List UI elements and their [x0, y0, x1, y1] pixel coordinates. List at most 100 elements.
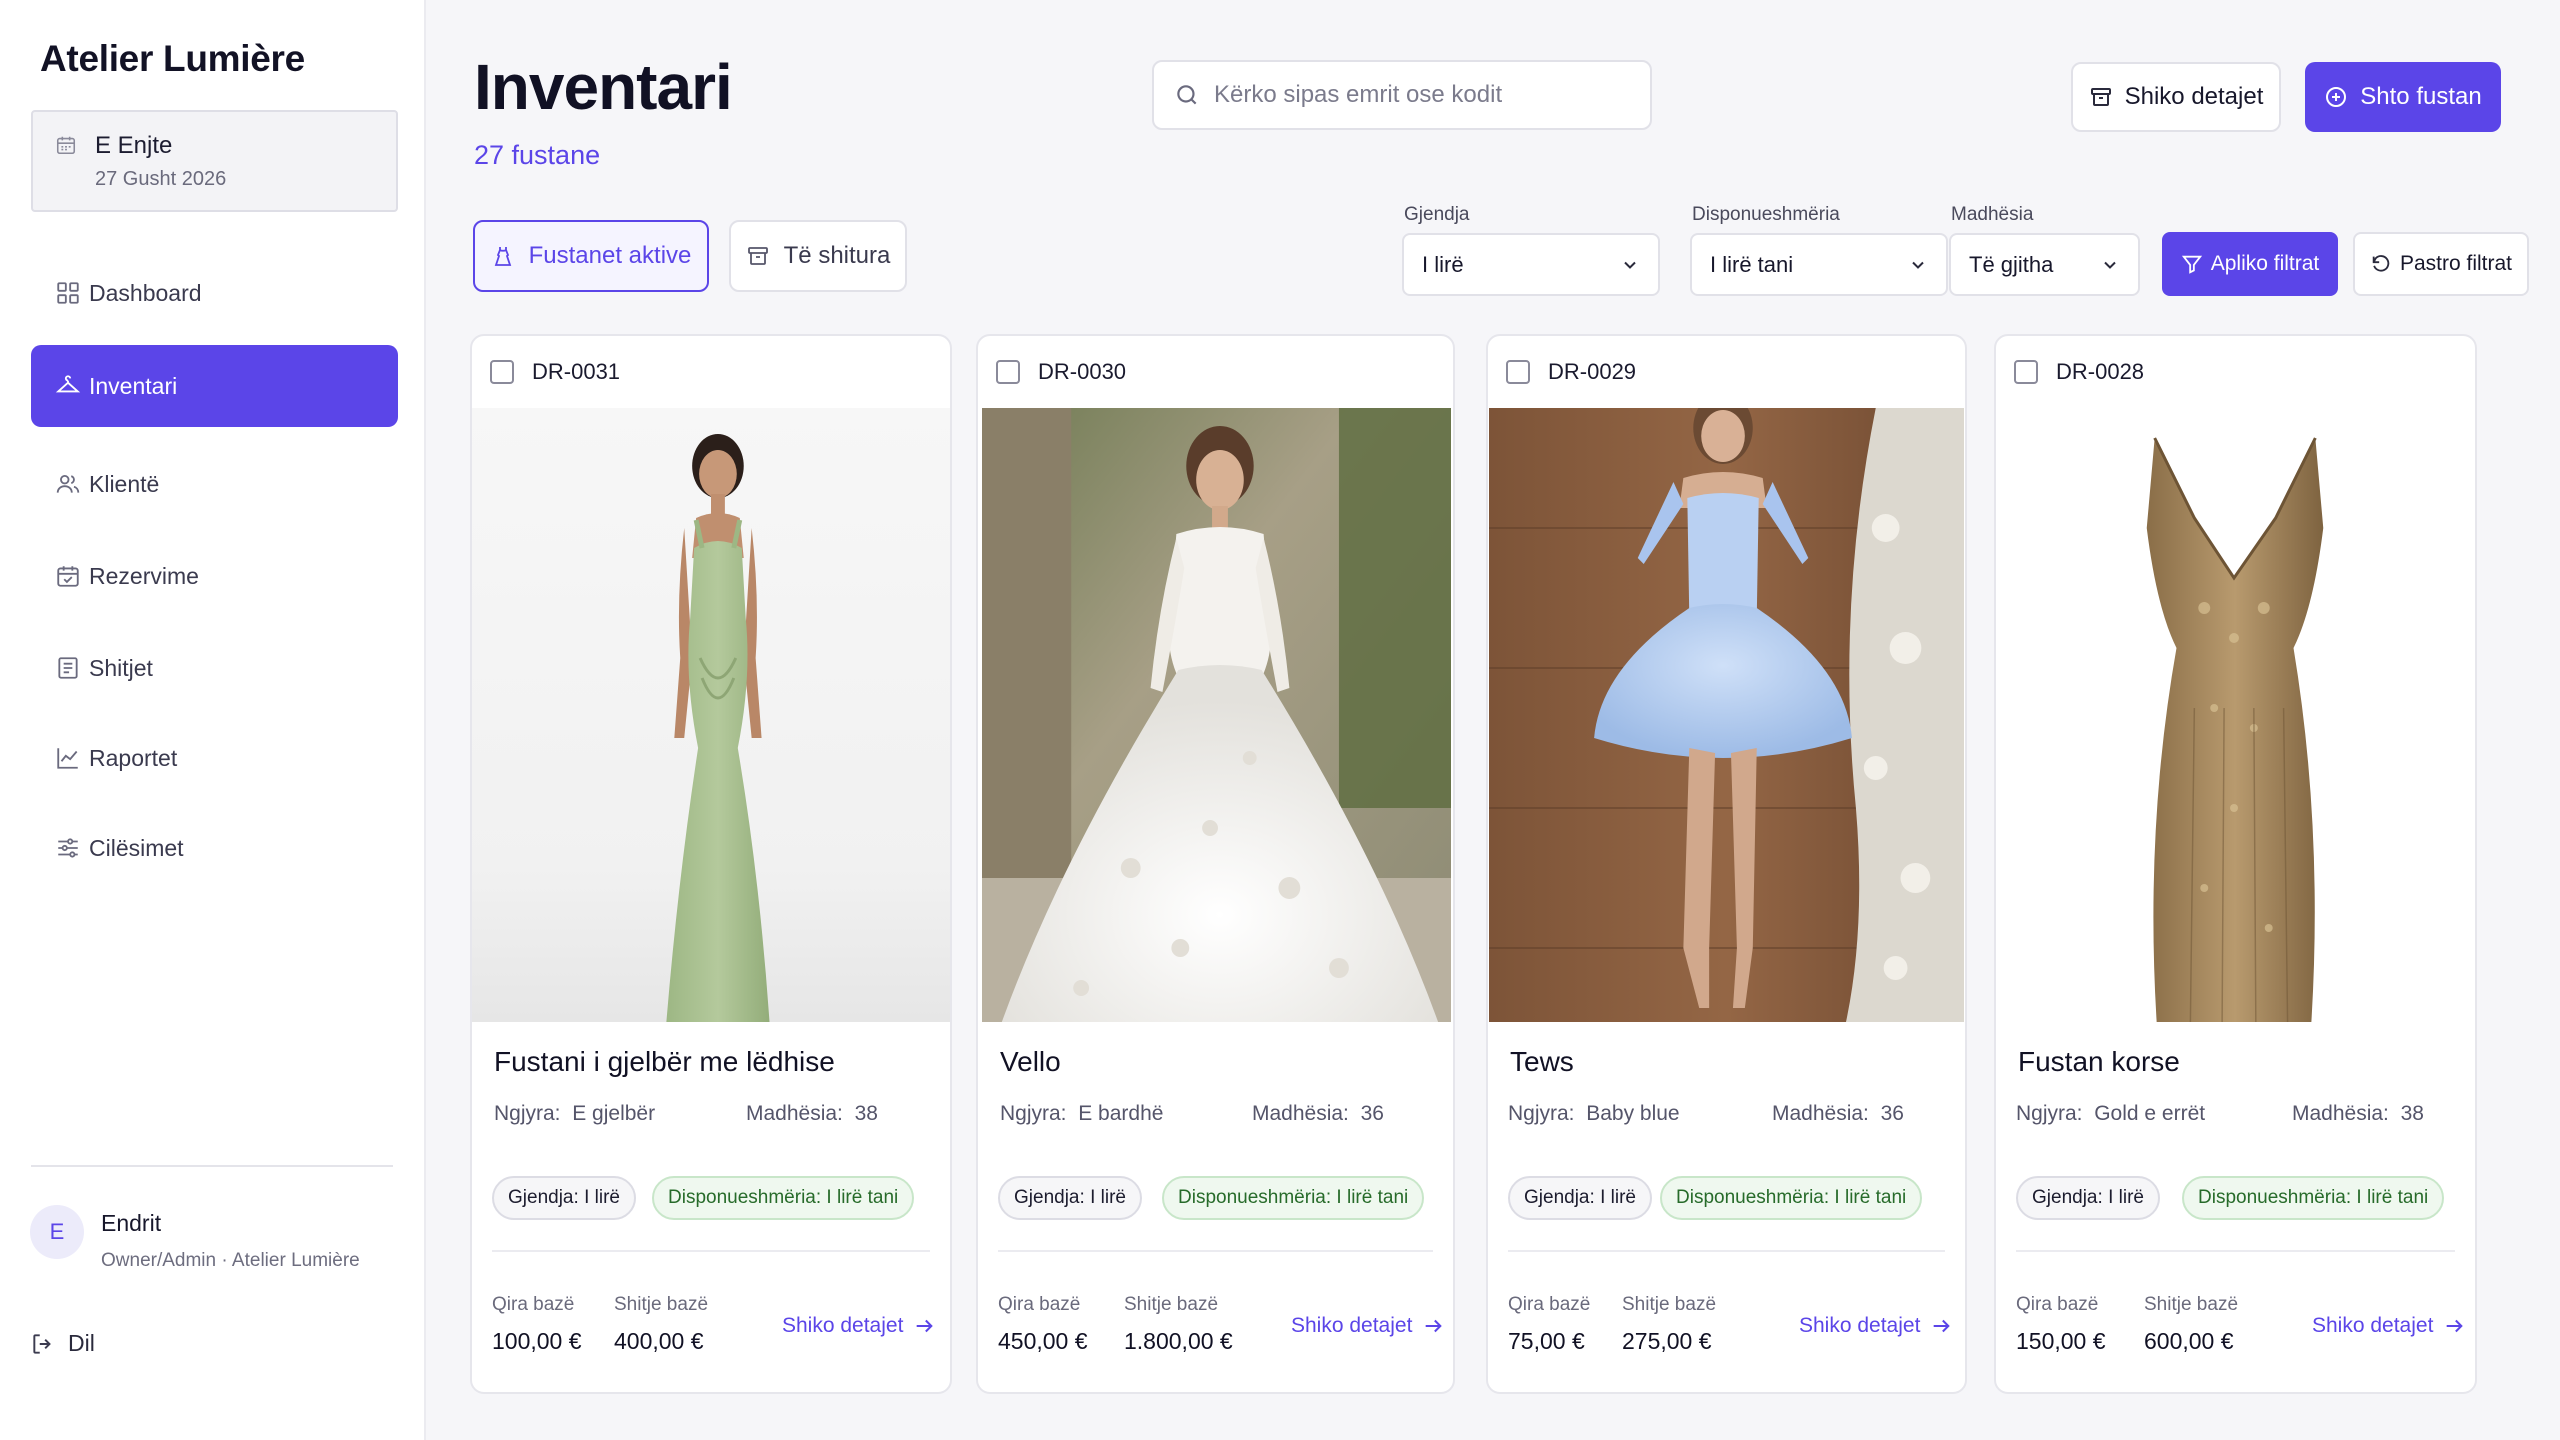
chevron-down-icon: [1624, 261, 1636, 269]
filter-icon: [2181, 255, 2202, 274]
rent-price: 75,00 €: [1508, 1328, 1585, 1354]
sidebar-item-raportet[interactable]: Raportet: [31, 717, 398, 799]
rent-price: 150,00 €: [2016, 1328, 2106, 1354]
select-checkbox[interactable]: [1506, 360, 1530, 384]
availability-label: Disponueshmëria:: [2198, 1187, 2352, 1208]
view-details-link[interactable]: Shiko detajet: [1799, 1314, 1952, 1338]
view-details-link[interactable]: Shiko detajet: [782, 1314, 935, 1338]
sidebar-item-inventari[interactable]: Inventari: [31, 345, 398, 427]
dress-card[interactable]: DR-0031 Fustani i gjelbër me lëdhise Ngj…: [470, 334, 952, 1394]
tab-active-dresses[interactable]: Fustanet aktive: [473, 220, 709, 292]
size-label: Madhësia:: [1252, 1102, 1349, 1125]
add-dress-button[interactable]: Shto fustan: [2305, 62, 2501, 132]
sale-price: 400,00 €: [614, 1328, 704, 1354]
current-date: 27 Gusht 2026: [95, 168, 227, 190]
dress-image[interactable]: [1489, 408, 1964, 1022]
calendar-check-icon: [57, 566, 79, 587]
users-icon: [56, 474, 80, 493]
arrow-right-icon: [2447, 1319, 2464, 1333]
state-value: I lirë: [584, 1187, 620, 1208]
current-day: E Enjte: [95, 132, 173, 159]
search-input[interactable]: [1214, 81, 1634, 109]
availability-select[interactable]: I lirë tani: [1690, 233, 1948, 296]
dress-code: DR-0030: [1038, 359, 1127, 384]
state-value: I lirë: [1090, 1187, 1126, 1208]
calendar-icon: [56, 136, 76, 155]
view-details-label: Shiko detajet: [2124, 83, 2264, 110]
receipt-icon: [58, 657, 78, 679]
sidebar-item-label: Inventari: [89, 372, 178, 399]
condition-select[interactable]: I lirë: [1402, 233, 1660, 296]
condition-value: I lirë: [1422, 251, 1464, 277]
dress-card[interactable]: DR-0030 Vello Ngjyra: E bardhë Madhësia:…: [976, 334, 1455, 1394]
page-title: Inventari: [474, 51, 733, 123]
dress-code: DR-0028: [2056, 359, 2145, 384]
dress-card[interactable]: DR-0029 Tews Ngjyra: Baby blue Madhësia:…: [1486, 334, 1967, 1394]
color-label: Ngjyra:: [1508, 1102, 1575, 1125]
card-header: DR-0029: [1488, 336, 1965, 408]
size-filter-label: Madhësia: [1951, 204, 2034, 225]
size-select[interactable]: Të gjitha: [1949, 233, 2140, 296]
dress-count: 27 fustane: [474, 140, 601, 170]
dress-card[interactable]: DR-0028 Fustan korse Ngjyra: Gold e errë…: [1994, 334, 2477, 1394]
sidebar-item-shitjet[interactable]: Shitjet: [31, 627, 398, 709]
dress-size: Madhësia: 36: [1772, 1102, 1904, 1126]
arrow-right-icon: [917, 1319, 934, 1333]
card-header: DR-0031: [472, 336, 950, 408]
sale-label: Shitje bazë: [614, 1294, 709, 1315]
logout-button[interactable]: Dil: [30, 1330, 95, 1357]
sidebar-item-rezervime[interactable]: Rezervime: [31, 535, 398, 617]
sale-label: Shitje bazë: [1622, 1294, 1717, 1315]
view-details-link[interactable]: Shiko detajet: [1291, 1314, 1444, 1338]
state-label: Gjendja:: [1014, 1187, 1085, 1208]
size-value: 38: [854, 1102, 878, 1125]
dress-icon: [494, 247, 511, 266]
search-icon: [1177, 85, 1197, 105]
sale-price: 1.800,00 €: [1124, 1328, 1233, 1354]
archive-icon: [2090, 88, 2111, 106]
dress-image[interactable]: [472, 408, 950, 1022]
availability-badge: Disponueshmëria: I lirë tani: [1162, 1176, 1425, 1220]
view-details-button[interactable]: Shiko detajet: [2071, 62, 2281, 132]
select-checkbox[interactable]: [490, 360, 514, 384]
hanger-icon: [55, 375, 81, 393]
dress-name: Tews: [1510, 1046, 1574, 1077]
avatar[interactable]: E: [30, 1205, 84, 1259]
sidebar-item-kliente[interactable]: Klientë: [31, 443, 398, 525]
select-checkbox[interactable]: [996, 360, 1020, 384]
dress-name: Vello: [1000, 1046, 1061, 1077]
card-header: DR-0028: [1996, 336, 2475, 408]
dress-image[interactable]: [1996, 408, 2475, 1022]
arrow-right-icon: [1934, 1319, 1951, 1333]
select-checkbox[interactable]: [2014, 360, 2038, 384]
sidebar-item-cilesimet[interactable]: Cilësimet: [31, 807, 398, 889]
availability-value: I lirë tani: [1834, 1187, 1907, 1208]
availability-value: I lirë tani: [1710, 251, 1794, 277]
dress-size: Madhësia: 38: [2292, 1102, 2424, 1126]
archive-icon: [747, 247, 768, 265]
gold-dress-photo: [1996, 408, 2475, 1022]
size-label: Madhësia:: [2292, 1102, 2389, 1125]
availability-value: I lirë tani: [1336, 1187, 1409, 1208]
state-badge: Gjendja: I lirë: [492, 1176, 636, 1220]
add-dress-label: Shto fustan: [2360, 83, 2482, 110]
logout-icon: [33, 1333, 51, 1354]
apply-filters-button[interactable]: Apliko filtrat: [2162, 232, 2338, 296]
color-label: Ngjyra:: [1000, 1102, 1067, 1125]
sidebar-item-dashboard[interactable]: Dashboard: [31, 252, 398, 334]
card-header: DR-0030: [978, 336, 1453, 408]
size-value: 38: [2400, 1102, 2424, 1125]
tab-sold[interactable]: Të shitura: [729, 220, 907, 292]
sale-price: 275,00 €: [1622, 1328, 1712, 1354]
dress-image[interactable]: [982, 408, 1451, 1022]
view-details-link[interactable]: Shiko detajet: [2312, 1314, 2465, 1338]
apply-filters-label: Apliko filtrat: [2210, 252, 2320, 275]
color-value: E bardhë: [1078, 1102, 1164, 1125]
grid-icon: [57, 282, 79, 304]
search-box[interactable]: [1152, 60, 1652, 130]
user-role: Owner/Admin · Atelier Lumière: [101, 1250, 360, 1271]
dress-color: Ngjyra: E bardhë: [1000, 1102, 1163, 1126]
availability-value: I lirë tani: [2356, 1187, 2429, 1208]
availability-badge: Disponueshmëria: I lirë tani: [2182, 1176, 2445, 1220]
clear-filters-button[interactable]: Pastro filtrat: [2353, 232, 2529, 296]
